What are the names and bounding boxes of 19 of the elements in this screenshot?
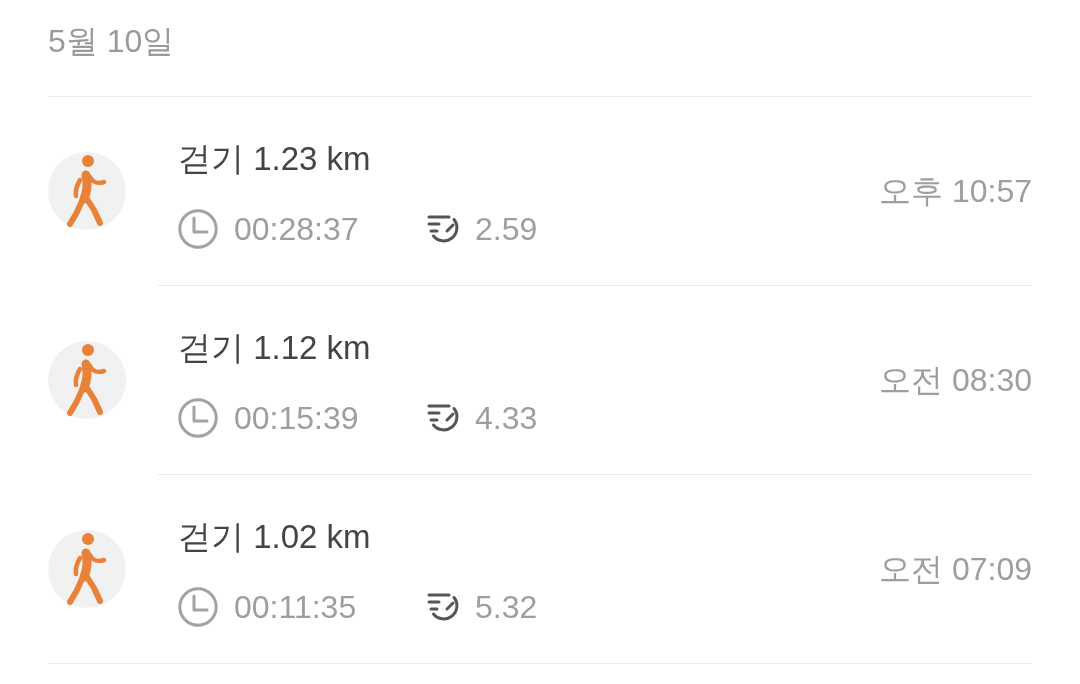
pace-text: 2.59 — [475, 210, 538, 249]
walker-icon — [48, 530, 126, 608]
clock-icon — [178, 587, 218, 627]
activity-time: 오전 08:30 — [879, 361, 1032, 400]
activity-time: 오전 07:09 — [879, 550, 1032, 589]
walker-icon — [48, 152, 126, 230]
duration-text: 00:15:39 — [234, 399, 359, 438]
duration-text: 00:28:37 — [234, 210, 359, 249]
activity-title: 걷기 1.02 km — [178, 517, 371, 557]
clock-icon — [178, 209, 218, 249]
clock-icon — [178, 398, 218, 438]
pace-text: 5.32 — [475, 588, 538, 627]
walker-icon — [48, 341, 126, 419]
pace-text: 4.33 — [475, 399, 538, 438]
activity-title: 걷기 1.12 km — [178, 328, 371, 368]
activity-time: 오후 10:57 — [879, 172, 1032, 211]
activity-title: 걷기 1.23 km — [178, 139, 371, 179]
duration-text: 00:11:35 — [234, 588, 357, 627]
date-header: 5월 10일 — [48, 23, 175, 59]
